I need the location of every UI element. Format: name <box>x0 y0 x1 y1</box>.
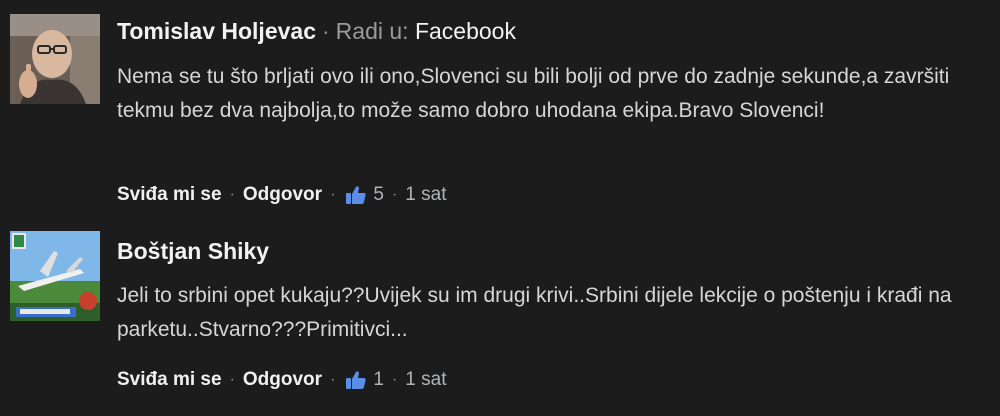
comment-text: Nema se tu što brljati ovo ili ono,Slove… <box>117 65 950 122</box>
timestamp[interactable]: 1 sat <box>405 183 446 207</box>
comment-text: Jeli to srbini opet kukaju??Uvijek su im… <box>117 284 952 341</box>
separator-dot: · <box>229 186 235 203</box>
timestamp[interactable]: 1 sat <box>405 368 446 392</box>
separator-dot: · <box>391 371 398 388</box>
thumbs-up-icon[interactable] <box>345 370 367 390</box>
works-at-label: Radi u: <box>335 18 409 44</box>
comment-item: Tomislav Holjevac · Radi u: Facebook Nema … <box>0 0 1000 215</box>
avatar[interactable] <box>10 231 100 321</box>
works-at-org[interactable]: Facebook <box>415 18 516 44</box>
like-count[interactable]: 1 <box>373 368 384 392</box>
author-name[interactable]: Tomislav Holjevac <box>117 18 316 44</box>
separator-dot: · <box>330 371 336 388</box>
separator-dot: · <box>330 186 336 203</box>
separator-dot: · <box>229 371 235 388</box>
avatar[interactable] <box>10 14 100 104</box>
like-count[interactable]: 5 <box>373 183 384 207</box>
like-button[interactable]: Sviđa mi se <box>117 183 222 207</box>
separator-dot: · <box>322 18 330 44</box>
reply-button[interactable]: Odgovor <box>243 183 322 207</box>
reply-button[interactable]: Odgovor <box>243 368 322 392</box>
separator-dot: · <box>391 186 398 203</box>
comment-item: Boštjan Shiky Jeli to srbini opet kukaju… <box>0 215 1000 416</box>
author-name[interactable]: Boštjan Shiky <box>117 238 269 264</box>
thumbs-up-icon[interactable] <box>345 185 367 205</box>
comment-actions: Sviđa mi se · Odgovor · 1 · 1 sat <box>117 368 447 392</box>
like-button[interactable]: Sviđa mi se <box>117 368 222 392</box>
author-line: Tomislav Holjevac · Radi u: Facebook <box>117 17 516 45</box>
comment-actions: Sviđa mi se · Odgovor · 5 · 1 sat <box>117 183 447 207</box>
author-line: Boštjan Shiky <box>117 237 269 265</box>
